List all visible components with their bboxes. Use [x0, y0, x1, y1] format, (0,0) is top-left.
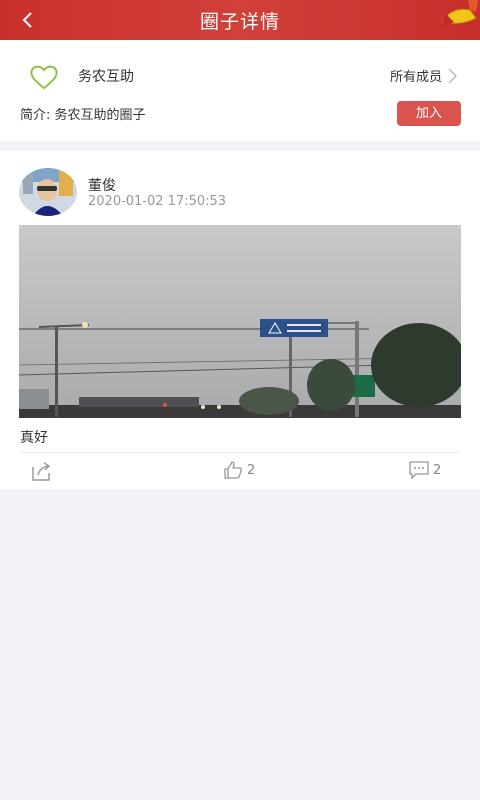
ribbon-decoration-icon — [440, 0, 478, 28]
join-button[interactable]: 加入 — [397, 101, 461, 126]
heart-outline-icon — [30, 65, 58, 90]
comment-button[interactable]: 2 — [408, 460, 441, 480]
page-title: 圈子详情 — [199, 10, 280, 33]
top-bar: 圈子详情 — [0, 0, 480, 40]
post-time: 2020-01-02 17:50:53 — [88, 194, 227, 209]
circle-intro: 简介: 务农互助的圈子 — [20, 108, 146, 123]
avatar[interactable] — [19, 168, 77, 216]
comment-count: 2 — [433, 462, 442, 478]
post-author[interactable]: 董俊 — [88, 175, 116, 195]
like-count: 2 — [247, 462, 256, 478]
post-text: 真好 — [20, 430, 48, 446]
like-button[interactable]: 2 — [223, 460, 255, 480]
post-actions: 2 2 — [0, 453, 480, 489]
post-photo[interactable] — [19, 225, 461, 418]
all-members-label: 所有成员 — [389, 70, 442, 85]
all-members-link[interactable]: 所有成员 — [390, 66, 458, 85]
circle-name: 务农互助 — [78, 69, 134, 85]
circle-info-card: 务农互助 所有成员 简介: 务农互助的圈子 加入 — [0, 40, 480, 141]
thumbs-up-icon — [224, 461, 242, 479]
share-icon[interactable] — [30, 462, 52, 482]
chevron-right-icon — [448, 67, 458, 84]
comment-icon — [409, 461, 429, 480]
chevron-left-icon[interactable] — [18, 10, 38, 30]
post-card: 董俊 2020-01-02 17:50:53 真好 2 2 — [0, 151, 480, 489]
